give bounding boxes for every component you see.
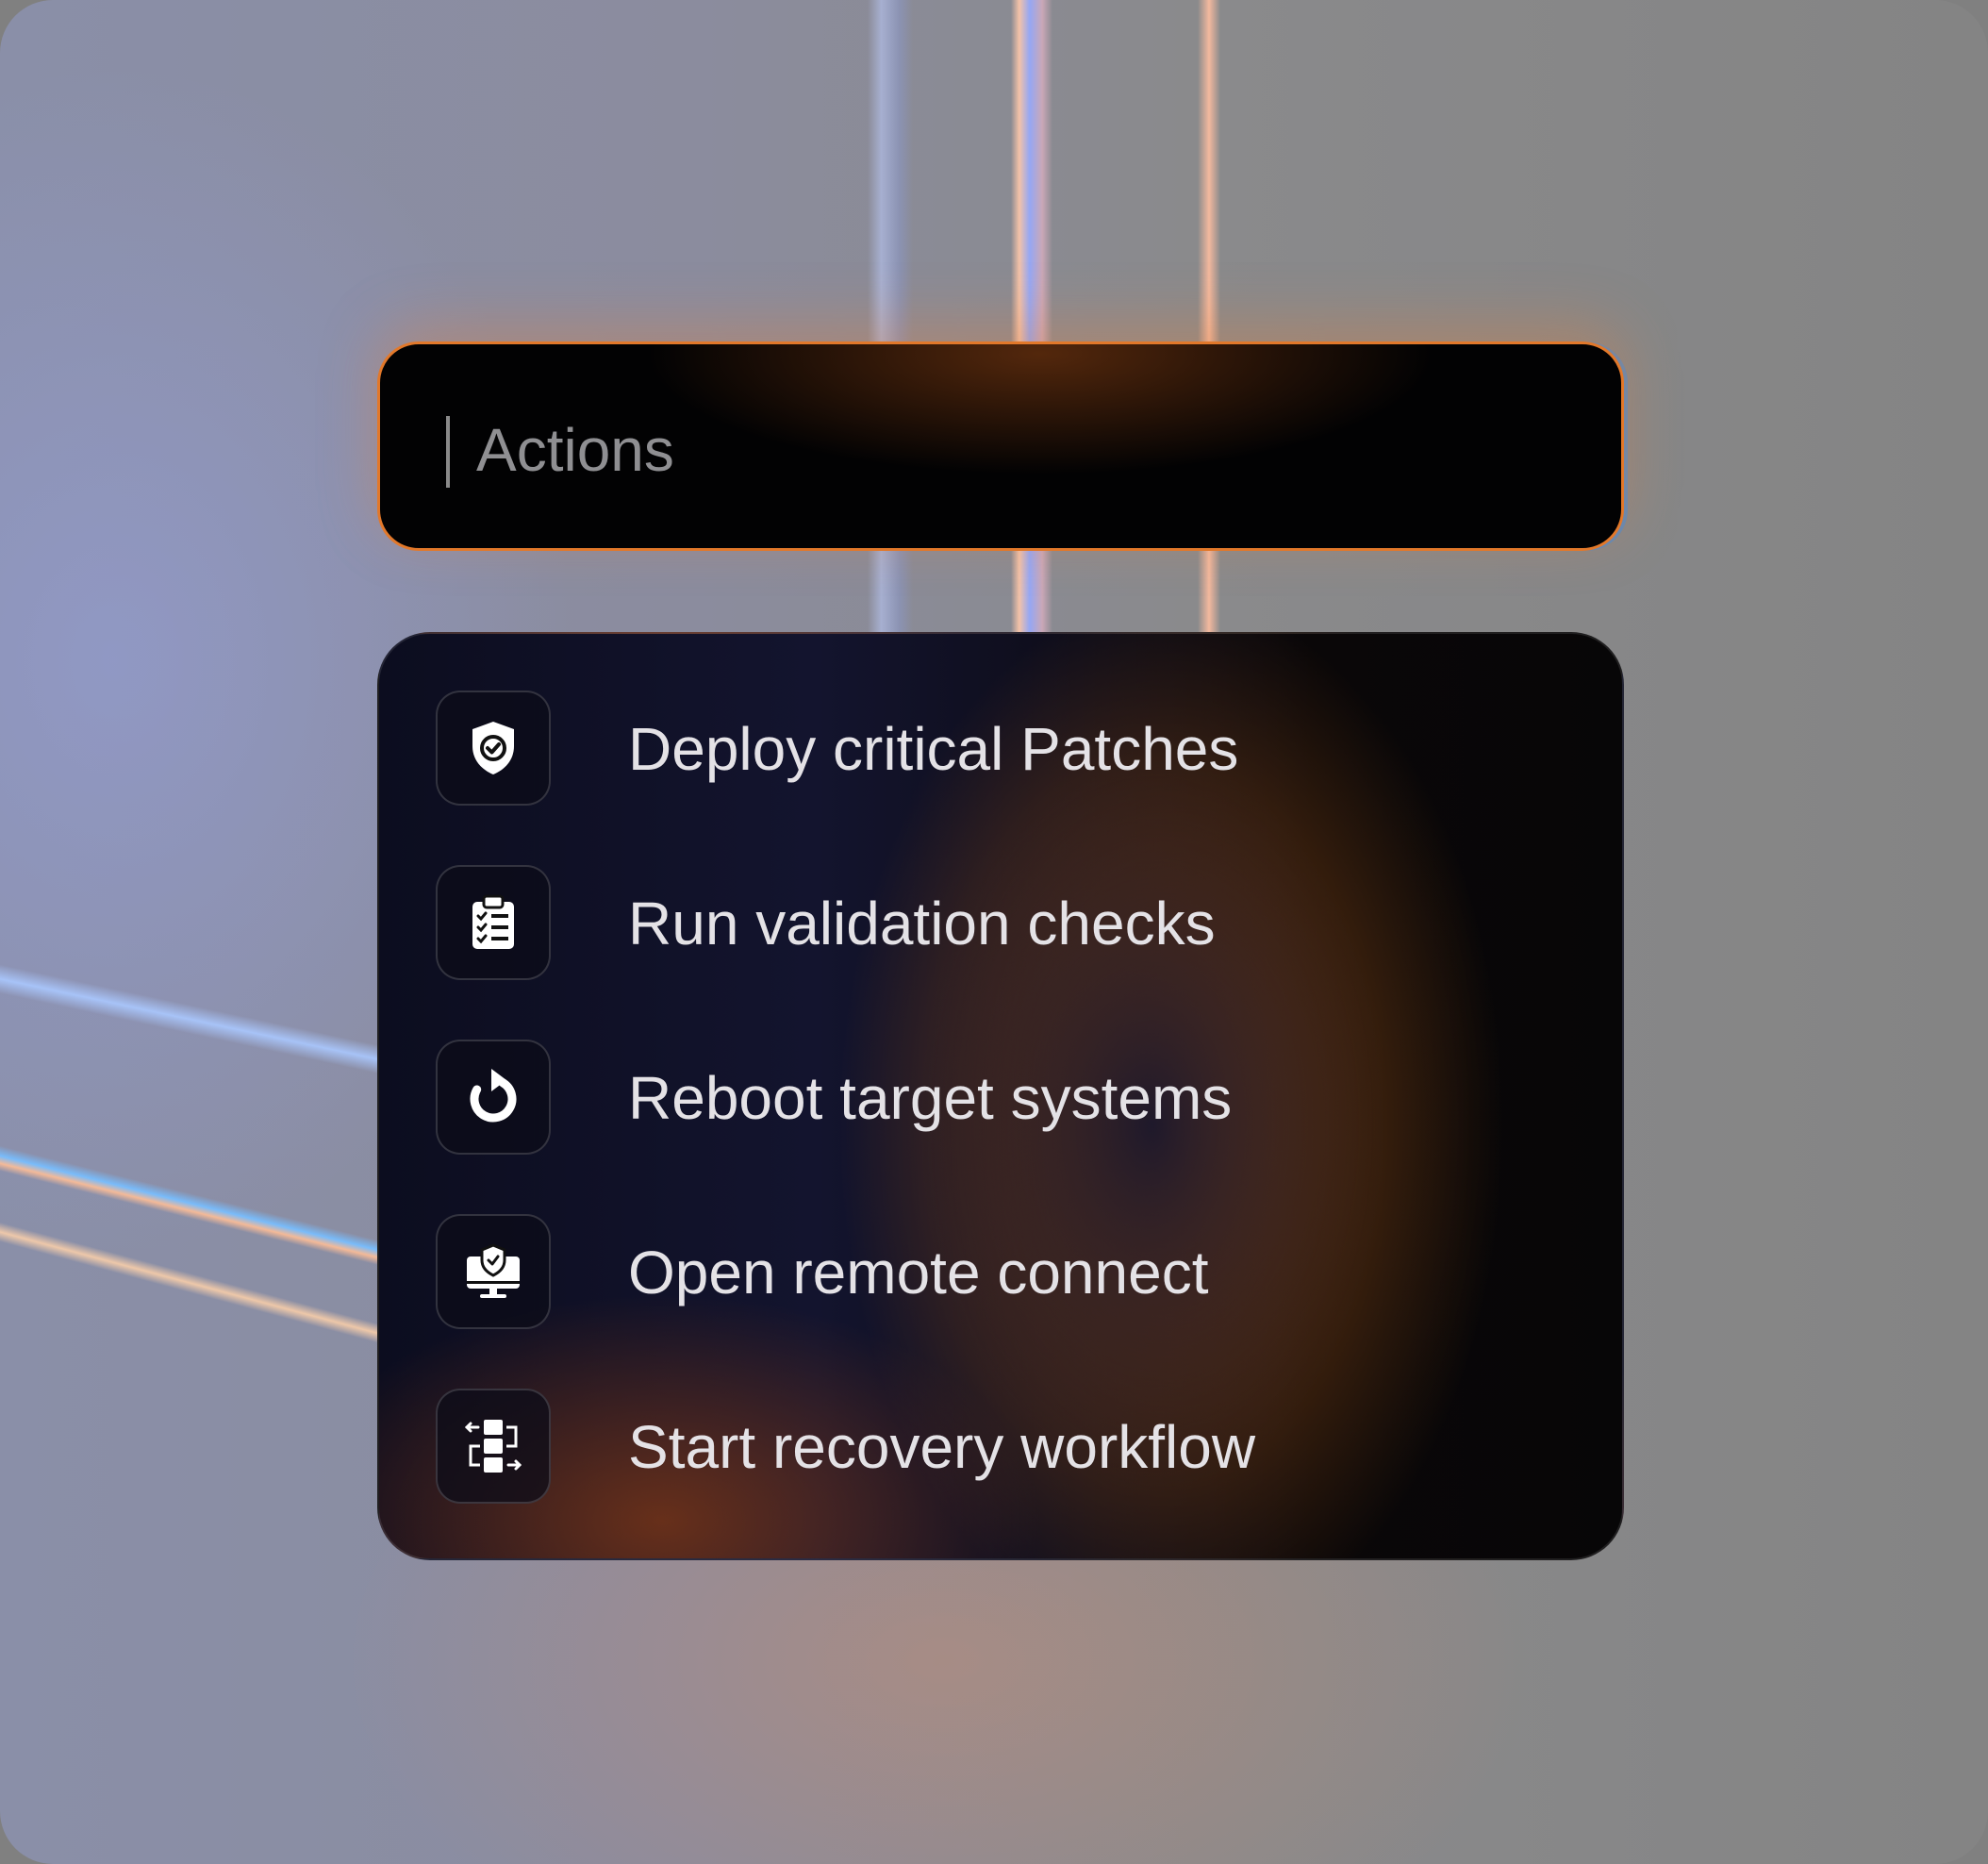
- text-caret: [446, 416, 450, 488]
- action-label: Open remote connect: [628, 1239, 1209, 1306]
- glass-rod-decoration: [0, 1132, 422, 1275]
- action-label: Reboot target systems: [628, 1064, 1233, 1132]
- actions-list: Deploy critical Patches Run validation c…: [377, 632, 1624, 1560]
- glass-rod-decoration: [0, 953, 426, 1083]
- monitor-shield-icon: [436, 1214, 551, 1329]
- search-input[interactable]: Actions: [377, 341, 1624, 551]
- action-item-deploy-patches[interactable]: Deploy critical Patches: [436, 691, 1549, 809]
- action-item-start-recovery[interactable]: Start recovery workflow: [436, 1389, 1549, 1507]
- workflow-icon: [436, 1389, 551, 1504]
- shield-check-icon: [436, 691, 551, 806]
- action-label: Start recovery workflow: [628, 1413, 1256, 1481]
- clipboard-checklist-icon: [436, 865, 551, 980]
- search-placeholder: Actions: [476, 416, 674, 484]
- refresh-icon: [436, 1040, 551, 1155]
- action-item-open-remote[interactable]: Open remote connect: [436, 1214, 1549, 1333]
- action-item-reboot-systems[interactable]: Reboot target systems: [436, 1040, 1549, 1158]
- action-label: Run validation checks: [628, 890, 1216, 957]
- background: Actions Deploy critical Patches Run vali…: [0, 0, 1988, 1864]
- glass-rod-decoration: [0, 1207, 420, 1354]
- action-label: Deploy critical Patches: [628, 715, 1239, 783]
- action-item-run-validation[interactable]: Run validation checks: [436, 865, 1549, 984]
